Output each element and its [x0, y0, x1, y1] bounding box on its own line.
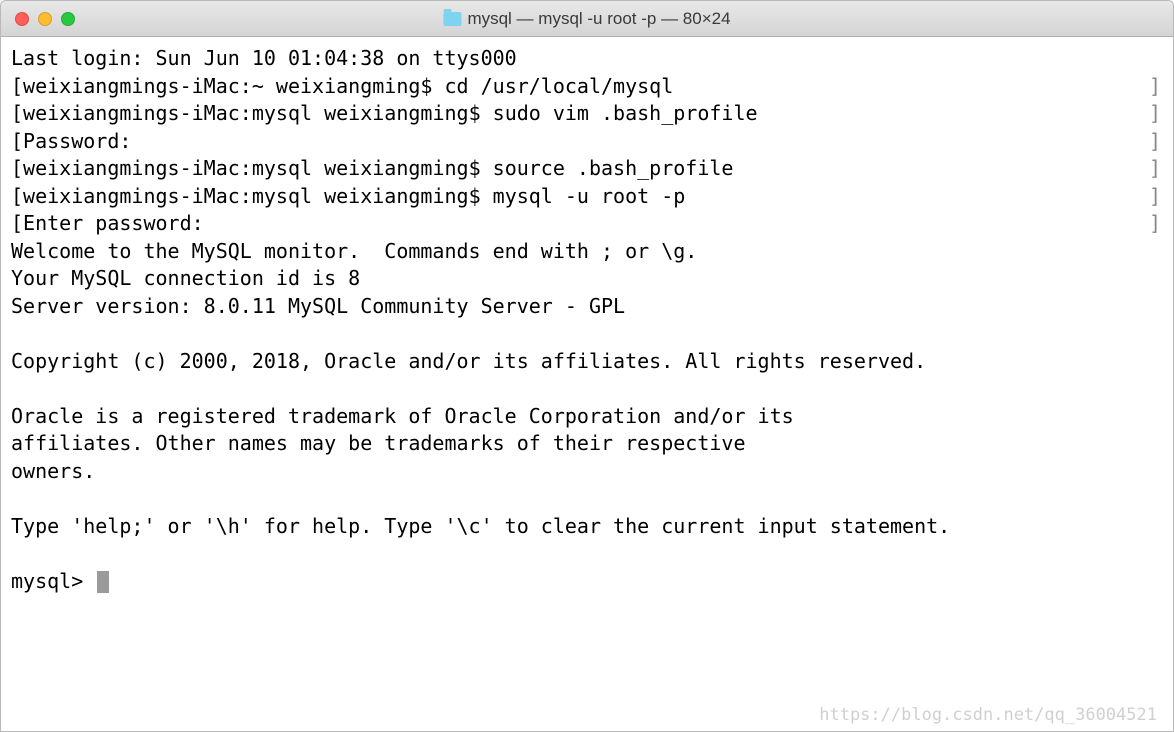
terminal-line: Last login: Sun Jun 10 01:04:38 on ttys0… — [11, 45, 1163, 73]
terminal-line — [11, 320, 1163, 348]
terminal-line — [11, 485, 1163, 513]
folder-icon — [443, 12, 461, 26]
cursor — [97, 571, 109, 593]
close-button[interactable] — [15, 12, 29, 26]
terminal-line: affiliates. Other names may be trademark… — [11, 430, 1163, 458]
terminal-line — [11, 540, 1163, 568]
terminal-line — [11, 375, 1163, 403]
terminal-prompt-line[interactable]: mysql> — [11, 568, 1163, 596]
terminal-line: Enter password: — [11, 210, 1163, 238]
title-text: mysql — mysql -u root -p — 80×24 — [467, 9, 730, 29]
terminal-line: weixiangmings-iMac:mysql weixiangming$ m… — [11, 183, 1163, 211]
terminal-line: Oracle is a registered trademark of Orac… — [11, 403, 1163, 431]
terminal-line: Server version: 8.0.11 MySQL Community S… — [11, 293, 1163, 321]
terminal-line: Your MySQL connection id is 8 — [11, 265, 1163, 293]
zoom-button[interactable] — [61, 12, 75, 26]
terminal-body[interactable]: Last login: Sun Jun 10 01:04:38 on ttys0… — [1, 37, 1173, 731]
terminal-line: Copyright (c) 2000, 2018, Oracle and/or … — [11, 348, 1163, 376]
minimize-button[interactable] — [38, 12, 52, 26]
window-title: mysql — mysql -u root -p — 80×24 — [443, 9, 730, 29]
watermark-text: https://blog.csdn.net/qq_36004521 — [819, 705, 1157, 725]
mysql-prompt: mysql> — [11, 569, 95, 593]
terminal-line: weixiangmings-iMac:~ weixiangming$ cd /u… — [11, 73, 1163, 101]
terminal-line: weixiangmings-iMac:mysql weixiangming$ s… — [11, 155, 1163, 183]
terminal-window: mysql — mysql -u root -p — 80×24 Last lo… — [0, 0, 1174, 732]
terminal-line: Welcome to the MySQL monitor. Commands e… — [11, 238, 1163, 266]
traffic-lights — [1, 12, 75, 26]
terminal-line: owners. — [11, 458, 1163, 486]
terminal-line: Password: — [11, 128, 1163, 156]
titlebar[interactable]: mysql — mysql -u root -p — 80×24 — [1, 1, 1173, 37]
terminal-line: Type 'help;' or '\h' for help. Type '\c'… — [11, 513, 1163, 541]
terminal-line: weixiangmings-iMac:mysql weixiangming$ s… — [11, 100, 1163, 128]
